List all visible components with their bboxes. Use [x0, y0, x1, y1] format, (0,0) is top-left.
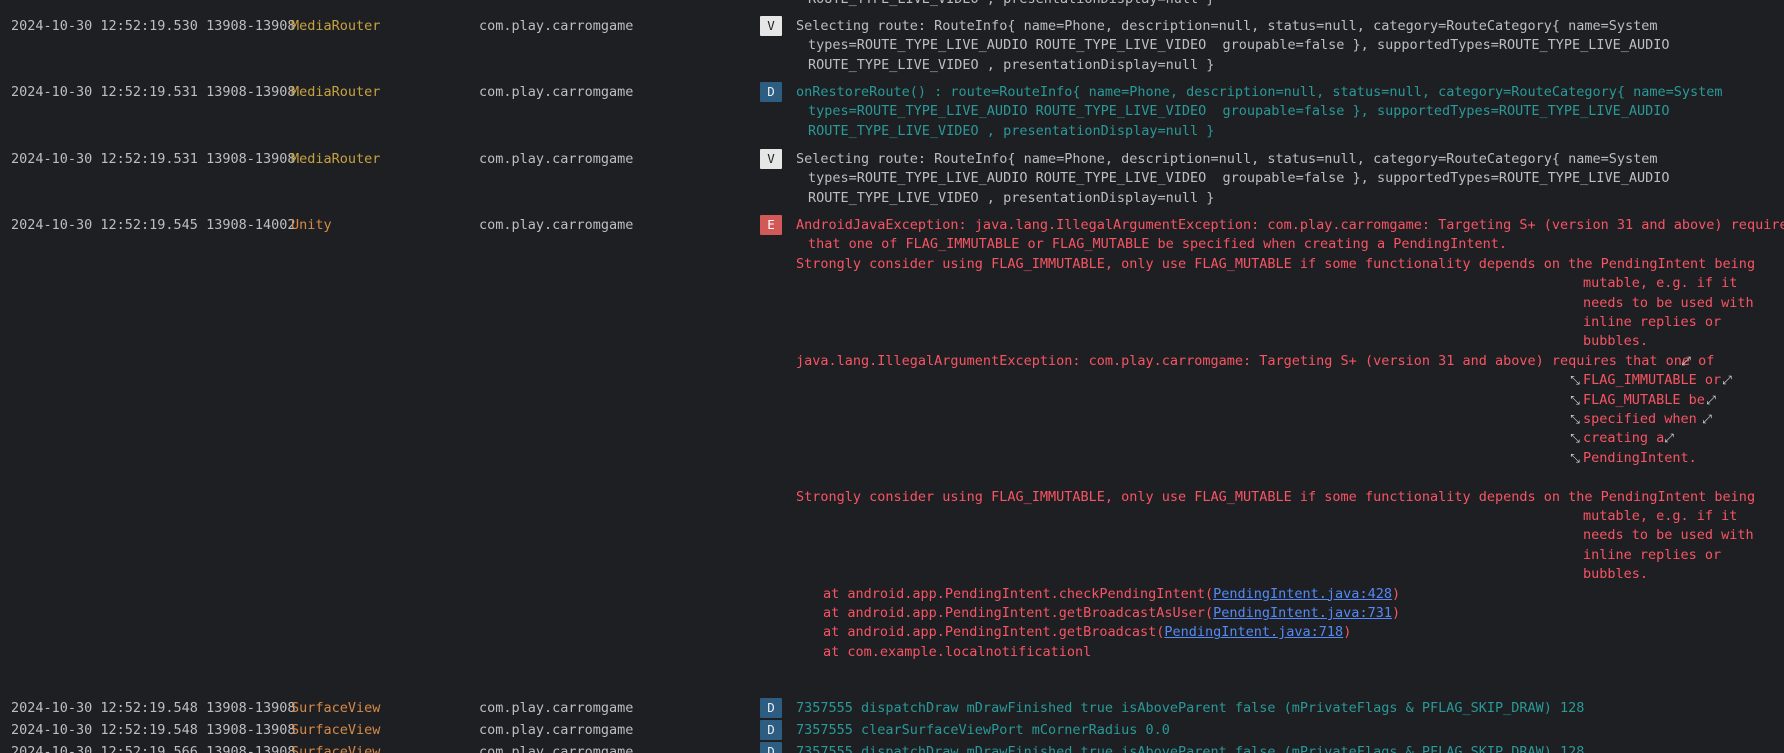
- log-level-badge: D: [760, 698, 782, 718]
- stack-frame-text: at android.app.PendingIntent.getBroadcas…: [823, 624, 1165, 641]
- log-level-badge: V: [760, 149, 782, 169]
- log-level-badge: D: [760, 720, 782, 740]
- soft-wrap-icon: ⤡: [1570, 431, 1580, 446]
- log-level-badge: E: [760, 215, 782, 235]
- log-timestamp: 2024-10-30 12:52:19.530 13908-13908: [11, 18, 296, 34]
- log-timestamp: 2024-10-30 12:52:19.531 13908-13908: [11, 84, 296, 100]
- log-message-line: bubbles.: [1583, 566, 1649, 583]
- log-timestamp: 2024-10-30 12:52:19.545 13908-14002: [11, 217, 296, 233]
- log-tag: SurfaceView: [291, 744, 381, 753]
- soft-wrap-icon: ⤡: [1570, 412, 1580, 426]
- log-timestamp: 2024-10-30 12:52:19.531 13908-13908: [11, 151, 296, 167]
- log-level-badge: V: [760, 16, 782, 36]
- log-message-line: ROUTE_TYPE_LIVE_VIDEO , presentationDisp…: [808, 0, 1214, 10]
- stack-frame-suffix: ): [1343, 624, 1352, 641]
- log-package: com.play.carromgame: [479, 84, 634, 100]
- log-timestamp: 2024-10-30 12:52:19.548 13908-13908: [11, 700, 296, 716]
- log-message-line: ROUTE_TYPE_LIVE_VIDEO , presentationDisp…: [808, 56, 1215, 73]
- log-package: com.play.carromgame: [479, 18, 634, 34]
- log-message-line: ROUTE_TYPE_LIVE_VIDEO , presentationDisp…: [808, 189, 1215, 206]
- soft-wrap-icon: ⤡: [1570, 392, 1580, 407]
- stack-frame-suffix: ): [1391, 605, 1401, 621]
- vertical-scrollbar[interactable]: [1774, 0, 1784, 753]
- log-message-line: PendingIntent.: [1583, 449, 1697, 466]
- stack-trace-line: at com.example.localnotificationl: [823, 641, 1091, 663]
- soft-wrap-icon: ⤡: [1570, 450, 1580, 465]
- log-tag: SurfaceView: [291, 700, 381, 716]
- source-link[interactable]: PendingIntent.java:718: [1164, 624, 1343, 640]
- log-tag: Unity: [291, 217, 332, 233]
- log-timestamp: 2024-10-30 12:52:19.566 13908-13908: [11, 744, 296, 753]
- log-package: com.play.carromgame: [479, 744, 634, 753]
- log-level-badge: D: [760, 82, 782, 102]
- log-package: com.play.carromgame: [479, 722, 634, 738]
- log-timestamp: 2024-10-30 12:52:19.548 13908-13908: [11, 722, 296, 738]
- log-package: com.play.carromgame: [479, 151, 634, 167]
- stack-frame-suffix: ): [1391, 585, 1401, 602]
- log-message-line: java.lang.IllegalArgumentException: com.…: [796, 352, 1715, 369]
- log-tag: MediaRouter: [291, 84, 381, 100]
- log-tag: MediaRouter: [291, 18, 381, 34]
- log-tag: SurfaceView: [291, 722, 381, 738]
- stack-frame-text: at com.example.localnotificationl: [823, 643, 1092, 660]
- logcat-view[interactable]: ROUTE_TYPE_LIVE_VIDEO , presentationDisp…: [0, 0, 1784, 753]
- log-tag: MediaRouter: [291, 151, 381, 167]
- source-link[interactable]: PendingIntent.java:731: [1213, 605, 1392, 621]
- stack-frame-text: at android.app.PendingIntent.getBroadcas…: [823, 605, 1214, 621]
- soft-wrap-icon: ⤢: [1722, 373, 1732, 388]
- log-message-line: 7357555 dispatchDraw mDrawFinished true …: [796, 700, 1585, 716]
- soft-wrap-icon: ⤢: [1664, 431, 1674, 446]
- log-package: com.play.carromgame: [479, 700, 634, 716]
- log-message-line: 7357555 dispatchDraw mDrawFinished true …: [796, 744, 1585, 753]
- source-link[interactable]: PendingIntent.java:428: [1213, 586, 1392, 602]
- log-message-line: 7357555 clearSurfaceViewPort mCornerRadi…: [796, 722, 1170, 738]
- soft-wrap-icon: ⤢: [1681, 353, 1691, 368]
- log-package: com.play.carromgame: [479, 217, 634, 233]
- log-level-badge: D: [760, 742, 782, 753]
- soft-wrap-icon: ⤢: [1706, 392, 1716, 407]
- log-message-line: ROUTE_TYPE_LIVE_VIDEO , presentationDisp…: [808, 122, 1215, 139]
- stack-frame-text: at android.app.PendingIntent.checkPendin…: [823, 585, 1214, 602]
- soft-wrap-icon: ⤡: [1570, 373, 1580, 388]
- soft-wrap-icon: ⤢: [1702, 412, 1712, 426]
